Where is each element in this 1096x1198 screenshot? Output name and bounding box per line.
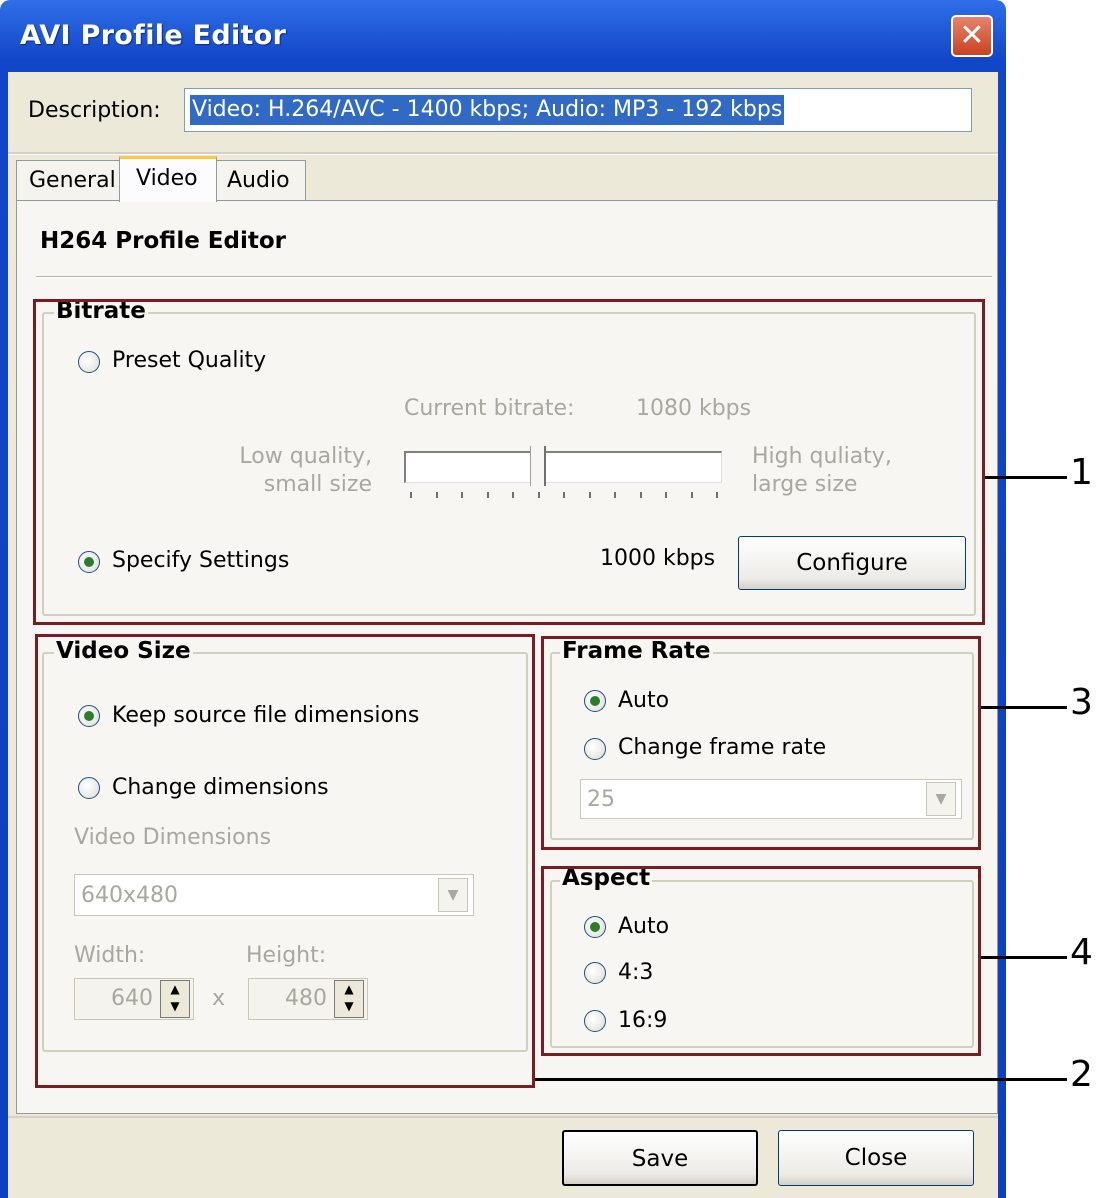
close-button[interactable]: Close xyxy=(778,1130,974,1186)
frame-rate-auto-radio[interactable] xyxy=(584,690,606,712)
video-dimensions-label: Video Dimensions xyxy=(74,825,272,850)
callout-number-2: 2 xyxy=(1070,1054,1093,1095)
chevron-down-icon[interactable]: ▼ xyxy=(438,878,468,912)
section-divider xyxy=(36,276,992,278)
callout-number-1: 1 xyxy=(1070,452,1093,493)
keep-source-label: Keep source file dimensions xyxy=(112,703,420,728)
low-quality-label-line2: small size xyxy=(263,472,372,497)
current-bitrate-value: 1080 kbps xyxy=(636,396,752,421)
slider-tick xyxy=(589,492,591,498)
frame-rate-auto-label: Auto xyxy=(618,688,670,713)
width-value: 640 xyxy=(111,986,153,1011)
callout-number-4: 4 xyxy=(1070,932,1093,973)
tab-video[interactable]: Video xyxy=(119,156,217,202)
callout-line-4 xyxy=(981,956,1067,959)
high-quality-label-line1: High quliaty, xyxy=(752,444,892,469)
slider-tick xyxy=(538,492,540,498)
video-dimensions-value: 640x480 xyxy=(81,883,179,908)
close-window-button[interactable]: ✕ xyxy=(951,15,993,57)
section-title: H264 Profile Editor xyxy=(40,228,287,254)
change-dimensions-label: Change dimensions xyxy=(112,775,329,800)
slider-tick xyxy=(691,492,693,498)
highlight-box-aspect xyxy=(541,866,981,1056)
callout-line-3 xyxy=(981,706,1067,709)
slider-tick xyxy=(640,492,642,498)
aspect-auto-radio[interactable] xyxy=(584,916,606,938)
configure-button[interactable]: Configure xyxy=(738,536,966,590)
low-quality-label-line1: Low quality, xyxy=(239,444,372,469)
description-value[interactable]: Video: H.264/AVC - 1400 kbps; Audio: MP3… xyxy=(190,95,785,125)
change-dimensions-radio[interactable] xyxy=(78,777,100,799)
aspect-auto-label: Auto xyxy=(618,914,670,939)
quality-slider-track[interactable] xyxy=(404,451,722,483)
slider-tick xyxy=(665,492,667,498)
slider-tick xyxy=(461,492,463,498)
chevron-down-icon[interactable]: ▼ xyxy=(926,782,956,816)
save-button[interactable]: Save xyxy=(562,1130,758,1186)
callout-line-1 xyxy=(985,476,1067,479)
slider-tick xyxy=(716,492,718,498)
change-frame-rate-label: Change frame rate xyxy=(618,735,827,760)
preset-quality-label: Preset Quality xyxy=(112,348,267,373)
tab-general[interactable]: General xyxy=(16,160,120,200)
slider-tick xyxy=(436,492,438,498)
slider-tick xyxy=(487,492,489,498)
separator xyxy=(8,152,998,155)
slider-tick xyxy=(614,492,616,498)
close-icon: ✕ xyxy=(959,18,985,53)
height-value: 480 xyxy=(285,986,327,1011)
slider-tick xyxy=(410,492,412,498)
specify-settings-label: Specify Settings xyxy=(112,548,290,573)
slider-tick xyxy=(512,492,514,498)
specify-settings-radio[interactable] xyxy=(78,551,100,573)
width-stepper[interactable]: ▲ ▼ xyxy=(160,980,190,1018)
specified-bitrate-value: 1000 kbps xyxy=(600,546,716,571)
current-bitrate-label: Current bitrate: xyxy=(404,396,575,421)
video-dimensions-select[interactable]: 640x480 xyxy=(74,874,474,916)
window-title: AVI Profile Editor xyxy=(20,20,287,51)
callout-number-3: 3 xyxy=(1070,682,1093,723)
height-label: Height: xyxy=(246,943,327,968)
up-arrow-icon[interactable]: ▲ xyxy=(161,981,189,998)
up-arrow-icon[interactable]: ▲ xyxy=(335,981,363,998)
tab-audio[interactable]: Audio xyxy=(216,160,306,200)
description-label: Description: xyxy=(28,98,161,123)
callout-line-2 xyxy=(535,1078,1067,1081)
aspect-16-9-label: 16:9 xyxy=(618,1008,668,1033)
high-quality-label-line2: large size xyxy=(752,472,858,497)
width-label: Width: xyxy=(74,943,146,968)
aspect-16-9-radio[interactable] xyxy=(584,1010,606,1032)
keep-source-radio[interactable] xyxy=(78,705,100,727)
aspect-4-3-radio[interactable] xyxy=(584,962,606,984)
aspect-4-3-label: 4:3 xyxy=(618,960,654,985)
quality-slider-thumb[interactable] xyxy=(530,446,546,486)
preset-quality-radio[interactable] xyxy=(78,351,100,373)
down-arrow-icon[interactable]: ▼ xyxy=(161,998,189,1015)
frame-rate-select[interactable]: 25 xyxy=(580,779,962,819)
change-frame-rate-radio[interactable] xyxy=(584,738,606,760)
footer-separator xyxy=(8,1116,998,1118)
down-arrow-icon[interactable]: ▼ xyxy=(335,998,363,1015)
slider-tick xyxy=(563,492,565,498)
frame-rate-value: 25 xyxy=(587,787,615,812)
times-sign: x xyxy=(212,986,226,1011)
height-stepper[interactable]: ▲ ▼ xyxy=(334,980,364,1018)
